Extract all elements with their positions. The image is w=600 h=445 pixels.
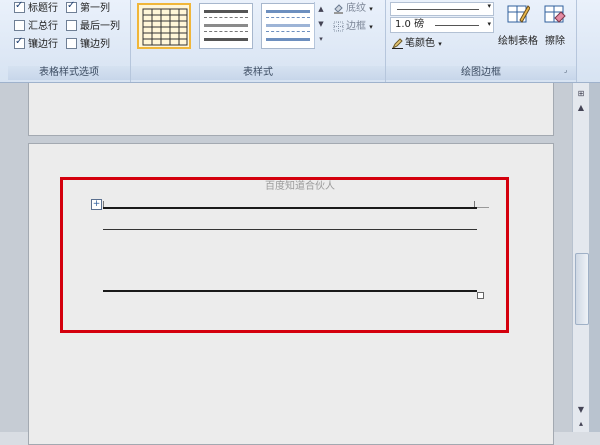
paint-bucket-icon bbox=[334, 3, 343, 14]
checkbox-icon[interactable] bbox=[66, 0, 77, 13]
ruler-toggle-icon[interactable]: ⊞ bbox=[574, 87, 588, 101]
total-row-option[interactable]: 汇总行 bbox=[14, 19, 58, 34]
eraser-icon bbox=[544, 5, 566, 23]
table-style-options-group: 标题行 第一列 汇总行 最后一列 镶边行 镶边列 表格样式选项 bbox=[8, 0, 131, 82]
grid-table-icon bbox=[142, 8, 188, 46]
dropdown-arrow-icon: ▾ bbox=[369, 23, 373, 31]
checkbox-icon[interactable] bbox=[14, 0, 25, 13]
banded-rows-option[interactable]: 镶边行 bbox=[14, 35, 58, 52]
checkbox-icon[interactable] bbox=[14, 19, 25, 31]
checkbox-icon[interactable] bbox=[14, 35, 25, 49]
window-edge bbox=[589, 83, 600, 432]
table-style-gallery bbox=[137, 1, 325, 51]
table-style-gray[interactable] bbox=[199, 3, 253, 49]
last-column-option[interactable]: 最后一列 bbox=[66, 19, 120, 34]
scroll-down-icon[interactable]: ▼ bbox=[574, 403, 588, 417]
scroll-up-icon[interactable]: ▲ bbox=[315, 2, 327, 17]
more-styles-icon[interactable]: ▾ bbox=[315, 32, 327, 47]
gallery-scroll: ▲ ▼ ▾ bbox=[314, 2, 327, 48]
pen-color-button[interactable]: 笔颜色 ▾ bbox=[392, 37, 442, 51]
line-style-dropdown[interactable]: ▾ bbox=[390, 2, 494, 16]
borders-button[interactable]: 边框 ▾ bbox=[333, 20, 373, 34]
checkbox-icon[interactable] bbox=[66, 37, 77, 49]
shading-button[interactable]: 底纹 ▾ bbox=[333, 2, 373, 16]
dropdown-arrow-icon: ▾ bbox=[438, 40, 442, 48]
dropdown-arrow-icon: ▾ bbox=[369, 5, 373, 13]
previous-page-icon[interactable]: ▴ bbox=[574, 417, 588, 431]
table-style-grid[interactable] bbox=[137, 3, 191, 49]
previous-page bbox=[28, 83, 554, 136]
dropdown-arrow-icon: ▾ bbox=[487, 2, 491, 10]
table-style-blue[interactable] bbox=[261, 3, 315, 49]
eraser-button[interactable]: 擦除 bbox=[540, 2, 570, 47]
borders-icon bbox=[333, 21, 344, 31]
draw-table-button[interactable]: 绘制表格 bbox=[496, 2, 540, 47]
draw-table-icon bbox=[507, 5, 530, 23]
vertical-scrollbar[interactable]: ⊞ ▲ ▼ ▴ bbox=[572, 83, 589, 432]
group-label: 表格样式选项 bbox=[8, 66, 130, 80]
highlight-annotation-box bbox=[60, 177, 509, 333]
line-weight-dropdown[interactable]: 1.0 磅 ▾ bbox=[390, 17, 494, 33]
banded-columns-option[interactable]: 镶边列 bbox=[66, 37, 110, 52]
group-label: 绘图边框 bbox=[386, 66, 576, 80]
first-column-option[interactable]: 第一列 bbox=[66, 0, 110, 16]
pen-icon bbox=[392, 37, 403, 49]
dialog-launcher-icon[interactable]: ⌟ bbox=[564, 66, 567, 74]
checkbox-icon[interactable] bbox=[66, 19, 77, 31]
header-row-option[interactable]: 标题行 bbox=[14, 0, 58, 16]
scroll-down-icon[interactable]: ▼ bbox=[315, 17, 327, 32]
scroll-thumb[interactable] bbox=[575, 253, 589, 325]
ribbon: 标题行 第一列 汇总行 最后一列 镶边行 镶边列 表格样式选项 表样式 bbox=[0, 0, 600, 83]
scroll-up-icon[interactable]: ▲ bbox=[574, 101, 588, 115]
dropdown-arrow-icon: ▾ bbox=[487, 20, 491, 28]
group-label: 表样式 bbox=[131, 66, 385, 80]
